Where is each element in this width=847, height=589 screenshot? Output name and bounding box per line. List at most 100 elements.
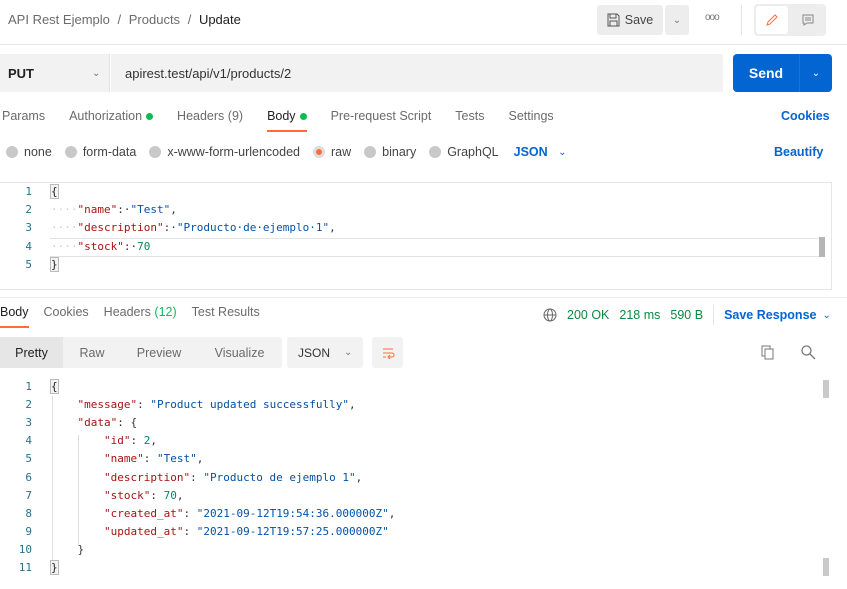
code-token: ,: [150, 434, 157, 448]
view-raw[interactable]: Raw: [63, 337, 121, 368]
response-tabs: Body Cookies Headers (12) Test Results: [0, 305, 275, 328]
code-token: ····: [51, 239, 78, 253]
response-size[interactable]: 590 B: [670, 308, 703, 322]
method-select[interactable]: PUT ⌄: [0, 54, 110, 92]
code-token: ,: [388, 506, 396, 520]
chevron-down-icon: ⌄: [558, 146, 567, 158]
code-token: "stock": [77, 239, 124, 253]
response-tab-test-results[interactable]: Test Results: [192, 305, 260, 319]
code-token: "name": [77, 203, 118, 217]
radio-binary[interactable]: binary: [364, 145, 416, 159]
code-token: :: [143, 452, 157, 466]
radio-x-www-form-urlencoded[interactable]: x-www-form-urlencoded: [149, 145, 300, 159]
response-tab-body[interactable]: Body: [0, 305, 29, 328]
response-tab-cookies[interactable]: Cookies: [44, 305, 89, 319]
code-token: :: [183, 506, 197, 520]
radio-none[interactable]: none: [6, 145, 52, 159]
code-line: "stock": 70,: [51, 489, 183, 502]
code-token: }: [51, 542, 85, 556]
code-token: :: [137, 398, 151, 412]
code-token: ····: [51, 203, 78, 217]
raw-format-select[interactable]: JSON ⌄: [514, 145, 567, 159]
tab-tests[interactable]: Tests: [455, 109, 508, 123]
line-number: 1: [25, 185, 32, 198]
documentation-icon[interactable]: [792, 6, 824, 34]
tab-headers[interactable]: Headers (9): [177, 109, 267, 123]
line-number: 2: [25, 203, 32, 217]
scrollbar[interactable]: [823, 380, 829, 398]
line-number: 3: [25, 416, 32, 430]
save-icon: [607, 13, 620, 27]
search-icon[interactable]: [800, 344, 816, 363]
scrollbar[interactable]: [819, 237, 825, 257]
divider: [0, 297, 847, 298]
code-token: 70: [163, 488, 177, 502]
view-visualize[interactable]: Visualize: [197, 337, 282, 368]
code-token: "data": [77, 416, 118, 430]
breadcrumb-folder[interactable]: Products: [129, 12, 180, 27]
chevron-down-icon[interactable]: ⌄: [822, 310, 830, 321]
radio-graphql[interactable]: GraphQL: [429, 145, 499, 159]
code-token: :·: [123, 239, 138, 253]
send-dropdown-icon[interactable]: ⌄: [800, 68, 832, 79]
code-line: "updated_at": "2021-09-12T19:57:25.00000…: [51, 525, 389, 538]
tab-pre-request-script[interactable]: Pre-request Script: [331, 109, 456, 123]
code-token: "Product updated successfully": [150, 398, 350, 412]
line-number: 5: [25, 452, 32, 466]
view-pretty[interactable]: Pretty: [0, 337, 63, 368]
radio-form-data[interactable]: form-data: [64, 145, 136, 159]
response-tab-headers[interactable]: Headers (12): [104, 305, 177, 319]
breadcrumb-request[interactable]: Update: [199, 12, 241, 27]
save-button[interactable]: Save: [597, 5, 663, 35]
tab-body[interactable]: Body: [267, 109, 331, 132]
code-line: }: [51, 543, 84, 556]
status-dot: [299, 112, 307, 120]
scrollbar[interactable]: [823, 558, 829, 576]
code-token: "description": [77, 221, 164, 235]
save-dropdown-button[interactable]: ⌄: [665, 5, 689, 35]
status-code[interactable]: 200 OK: [567, 308, 609, 322]
line-number: 6: [25, 470, 32, 484]
url-input[interactable]: apirest.test/api/v1/products/2: [111, 54, 723, 92]
line-number: 8: [25, 506, 32, 520]
request-body-editor[interactable]: 1{2 ····"name":·"Test", 3 ····"description"…: [0, 182, 832, 290]
line-number: 11: [18, 561, 32, 574]
globe-icon[interactable]: [543, 308, 557, 322]
copy-icon[interactable]: [760, 344, 776, 363]
edit-pencil-icon[interactable]: [756, 6, 788, 34]
code-line: }: [50, 560, 59, 575]
view-preview[interactable]: Preview: [121, 337, 197, 368]
response-time[interactable]: 218 ms: [619, 308, 660, 322]
response-format-select[interactable]: JSON ⌄: [287, 337, 363, 368]
save-response-button[interactable]: Save Response: [724, 308, 816, 322]
breadcrumb-collection[interactable]: API Rest Ejemplo: [8, 12, 110, 27]
code-token: :: [190, 470, 204, 484]
send-button[interactable]: Send ⌄: [733, 54, 832, 92]
tab-params[interactable]: Params: [2, 109, 69, 123]
tab-settings[interactable]: Settings: [508, 109, 577, 123]
code-line: "name": "Test",: [51, 452, 203, 465]
cookies-link[interactable]: Cookies: [781, 109, 830, 123]
response-body-viewer[interactable]: 1 {2 "message": "Product updated successf…: [0, 378, 847, 589]
beautify-link[interactable]: Beautify: [774, 145, 823, 159]
code-token: "Test": [130, 203, 171, 217]
code-token: ,: [329, 221, 336, 235]
code-line: ····"description":·"Producto·de·ejemplo·…: [51, 221, 336, 234]
divider: [0, 44, 847, 45]
tab-authorization[interactable]: Authorization: [69, 109, 177, 123]
wrap-lines-icon[interactable]: [372, 337, 403, 368]
code-token: "name": [103, 452, 144, 466]
code-line: "description": "Producto de ejemplo 1",: [51, 471, 362, 484]
more-options-icon[interactable]: ooo: [705, 12, 720, 23]
radio-raw[interactable]: raw: [313, 145, 351, 159]
code-token: :: [183, 524, 197, 538]
code-token: ,: [349, 398, 356, 412]
code-token: "Producto·de·ejemplo·1": [176, 221, 330, 235]
code-token: "description": [103, 470, 191, 484]
code-token: ,: [196, 452, 204, 466]
